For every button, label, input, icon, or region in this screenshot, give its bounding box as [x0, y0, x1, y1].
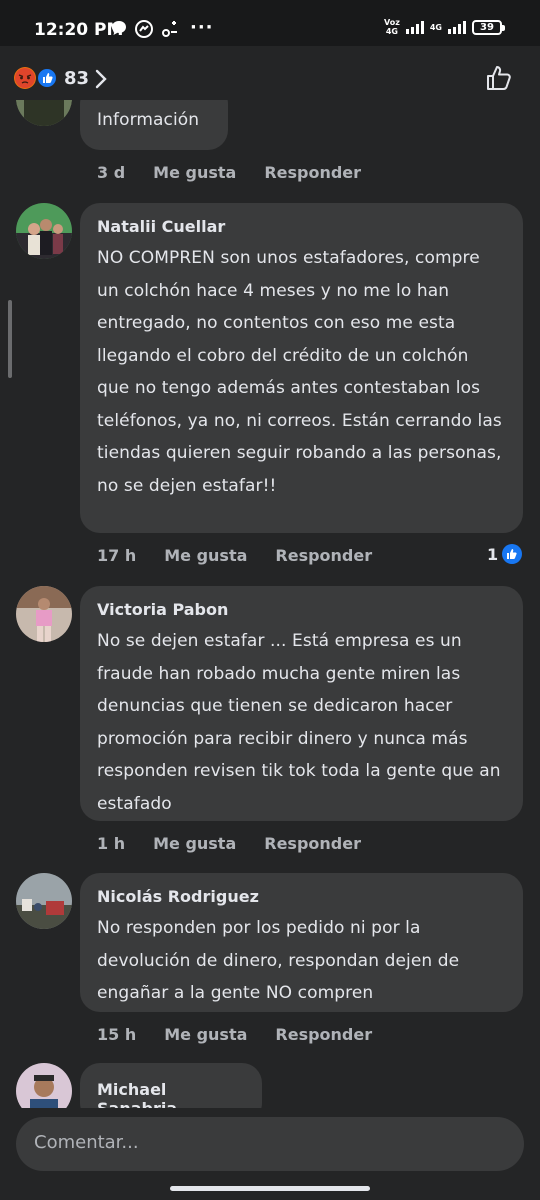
reply-link[interactable]: Responder: [275, 1025, 372, 1044]
comment-bubble: Nicolás Rodriguez No responden por los p…: [80, 873, 523, 1012]
angry-emoji-icon[interactable]: [14, 67, 36, 89]
like-badge-icon: [502, 544, 523, 564]
volte-bottom: 4G: [385, 27, 398, 36]
reply-link[interactable]: Responder: [264, 163, 361, 182]
comment-text: Información: [97, 110, 200, 130]
comment-actions: 3 d Me gusta Responder: [97, 163, 361, 182]
like-count: 1: [487, 544, 499, 564]
signal-bars-2-icon: [448, 20, 466, 34]
comments-list[interactable]: Información 3 d Me gusta Responder Natal…: [0, 100, 540, 1108]
home-indicator[interactable]: [170, 1186, 370, 1191]
battery-icon: 39: [472, 19, 505, 35]
more-dots-icon: ···: [190, 17, 214, 38]
like-link[interactable]: Me gusta: [164, 1025, 247, 1044]
like-link[interactable]: Me gusta: [153, 163, 236, 182]
battery-level: 39: [480, 21, 494, 33]
comment-text: NO COMPREN son unos estafadores, compre …: [97, 248, 502, 496]
like-link[interactable]: Me gusta: [164, 546, 247, 565]
status-bar: 12:20 PM ··· Voz 4G 4G 39: [0, 0, 540, 46]
avatar[interactable]: [16, 203, 72, 259]
avatar[interactable]: [16, 873, 72, 929]
comment-like-count[interactable]: 1: [487, 543, 523, 565]
comment-actions: 15 h Me gusta Responder: [97, 1025, 372, 1044]
comment-bubble: Michael Sanabria: [80, 1063, 262, 1108]
comment-author[interactable]: Nicolás Rodriguez: [97, 887, 505, 906]
avatar[interactable]: [16, 1063, 72, 1108]
comment-author[interactable]: Natalii Cuellar: [97, 217, 505, 236]
reaction-count[interactable]: 83: [64, 68, 89, 89]
thumbs-up-outline-icon[interactable]: [484, 63, 514, 93]
status-right: Voz 4G 4G 39: [384, 16, 505, 38]
reply-link[interactable]: Responder: [264, 834, 361, 853]
chevron-right-icon[interactable]: [94, 68, 108, 90]
volte-label: Voz 4G: [384, 18, 400, 36]
comment-bubble: Victoria Pabon No se dejen estafar ... E…: [80, 586, 523, 821]
comment-text: No se dejen estafar ... Está empresa es …: [97, 631, 501, 814]
volte-top: Voz: [383, 18, 400, 27]
comment-bubble: Información: [80, 100, 228, 150]
comment-input[interactable]: [34, 1132, 494, 1153]
comment-time: 17 h: [97, 546, 137, 565]
chat-bubble-icon: [112, 21, 126, 35]
messenger-icon: [135, 20, 153, 38]
signal-bars-icon: [405, 20, 424, 34]
comment-time: 3 d: [97, 163, 126, 182]
reply-link[interactable]: Responder: [275, 546, 372, 565]
like-link[interactable]: Me gusta: [153, 834, 236, 853]
avatar[interactable]: [16, 100, 72, 126]
comment-bubble: Natalii Cuellar NO COMPREN son unos esta…: [80, 203, 523, 533]
network2-label: 4G: [429, 22, 442, 32]
comment-actions: 17 h Me gusta Responder: [97, 546, 372, 565]
comment-composer[interactable]: [16, 1117, 524, 1171]
comment-time: 1 h: [97, 834, 126, 853]
comment-actions: 1 h Me gusta Responder: [97, 834, 361, 853]
scrollbar[interactable]: [8, 300, 12, 378]
avatar[interactable]: [16, 586, 72, 642]
comment-time: 15 h: [97, 1025, 137, 1044]
like-emoji-icon[interactable]: [36, 67, 58, 89]
comment-author[interactable]: Michael Sanabria: [97, 1080, 244, 1108]
comment-author[interactable]: Victoria Pabon: [97, 600, 505, 619]
comment-text: No responden por los pedido ni por la de…: [97, 918, 460, 1003]
data-saver-icon: [162, 21, 177, 37]
